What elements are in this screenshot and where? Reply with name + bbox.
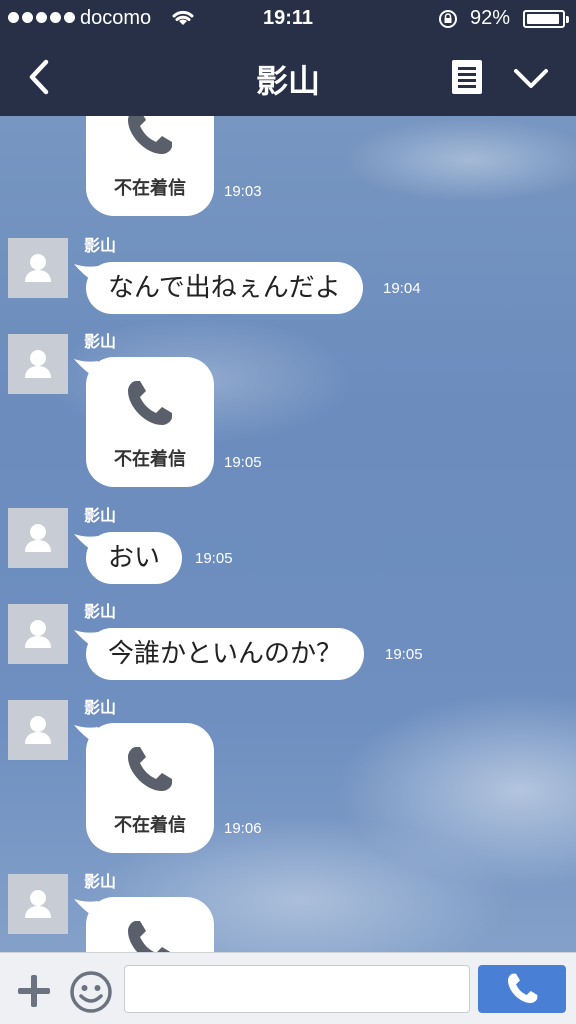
message-time: 19:05	[195, 550, 233, 567]
message-input-bar	[0, 952, 576, 1024]
message-text: 今誰かといんのか？	[108, 639, 343, 669]
phone-icon	[128, 921, 171, 952]
call-button[interactable]	[478, 965, 566, 1013]
avatar[interactable]	[8, 334, 68, 394]
message-time: 19:05	[224, 454, 262, 471]
sender-name: 影山	[84, 602, 117, 621]
avatar[interactable]	[8, 700, 68, 760]
message-bubble[interactable]: おい	[74, 532, 183, 584]
message-time: 19:04	[383, 280, 421, 297]
missed-call-bubble[interactable]	[74, 897, 214, 952]
message-text: なんで出ねぇんだよ	[108, 273, 341, 303]
sender-name: 影山	[84, 332, 117, 351]
missed-call-label: 不在着信	[114, 815, 186, 836]
battery-icon	[523, 10, 569, 28]
sender-name: 影山	[84, 506, 117, 525]
default-avatar-icon	[25, 620, 51, 648]
avatar[interactable]	[8, 238, 68, 298]
sender-name: 影山	[84, 872, 117, 891]
chat-title: 影山	[255, 62, 320, 100]
sender-name: 影山	[84, 236, 117, 255]
phone-icon	[128, 381, 172, 425]
chat-header: 影山	[0, 38, 576, 116]
avatar[interactable]	[8, 874, 68, 934]
missed-call-bubble[interactable]: 不在着信	[86, 116, 214, 216]
message-list[interactable]: 不在着信 19:03 影山 なんで出ねぇんだよ 19:04 影山 不在着信 19…	[0, 116, 576, 952]
chevron-down-icon[interactable]	[510, 58, 552, 98]
phone-icon	[128, 747, 172, 791]
rotation-lock-icon	[439, 10, 457, 28]
message-bubble[interactable]: 今誰かといんのか？	[74, 628, 365, 680]
plus-icon[interactable]	[14, 971, 54, 1011]
status-bar: docomo 19:11 92%	[0, 0, 576, 38]
message-input[interactable]	[124, 965, 470, 1013]
phone-icon	[508, 973, 538, 1003]
missed-call-label: 不在着信	[114, 178, 186, 199]
default-avatar-icon	[25, 716, 51, 744]
message-time: 19:06	[224, 820, 262, 837]
message-time: 19:05	[385, 646, 423, 663]
avatar[interactable]	[8, 604, 68, 664]
note-list-icon[interactable]	[450, 58, 484, 96]
default-avatar-icon	[25, 890, 51, 918]
default-avatar-icon	[25, 524, 51, 552]
missed-call-bubble[interactable]: 不在着信	[74, 357, 214, 487]
message-time: 19:03	[224, 183, 262, 200]
smiley-icon[interactable]	[68, 969, 114, 1015]
avatar[interactable]	[8, 508, 68, 568]
missed-call-bubble[interactable]: 不在着信	[74, 723, 214, 853]
default-avatar-icon	[25, 350, 51, 378]
message-bubble[interactable]: なんで出ねぇんだよ	[74, 262, 363, 314]
message-text: おい	[108, 543, 161, 573]
phone-icon	[128, 116, 172, 154]
missed-call-label: 不在着信	[114, 449, 186, 470]
default-avatar-icon	[25, 254, 51, 282]
battery-percent: 92%	[470, 7, 511, 29]
sender-name: 影山	[84, 698, 117, 717]
back-button[interactable]	[18, 54, 64, 100]
